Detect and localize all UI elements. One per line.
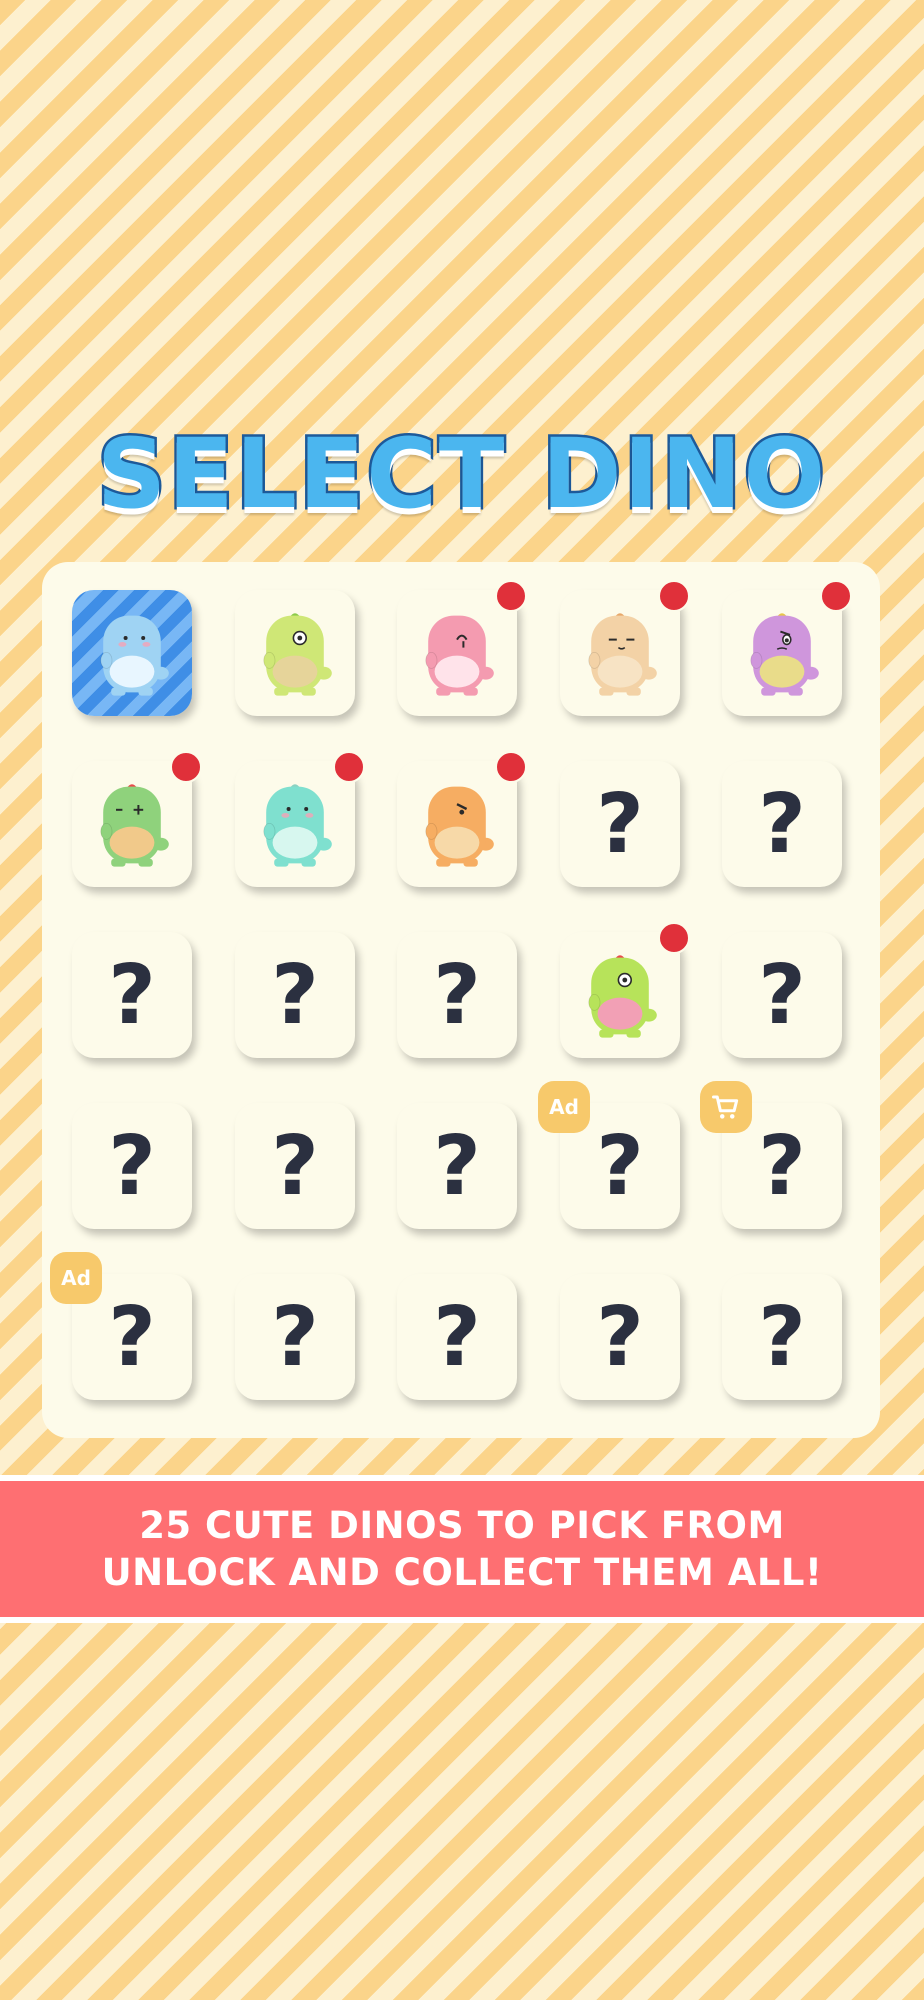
dino-tile-3[interactable] (397, 580, 527, 716)
question-mark-icon: ? (271, 1118, 319, 1214)
dino-tile-24[interactable]: ? (560, 1274, 680, 1400)
dino-tile-22[interactable]: ? (235, 1274, 355, 1400)
dino-tile-20[interactable]: ? (700, 1081, 842, 1229)
question-mark-icon: ? (433, 947, 481, 1043)
dino-tile-12[interactable]: ? (235, 932, 355, 1058)
dino-tile-18[interactable]: ? (397, 1103, 517, 1229)
dino-tile-8[interactable] (397, 751, 527, 887)
notification-dot (658, 580, 690, 612)
banner-line-1: 25 CUTE DINOS TO PICK FROM (139, 1504, 785, 1547)
dino-tile-6[interactable] (72, 751, 202, 887)
notification-dot (170, 751, 202, 783)
notification-dot (495, 580, 527, 612)
promo-banner: 25 CUTE DINOS TO PICK FROM UNLOCK AND CO… (0, 1475, 924, 1623)
dino-character-icon (425, 786, 494, 867)
dino-tile-14[interactable] (560, 922, 690, 1058)
question-mark-icon: ? (433, 1118, 481, 1214)
dino-tile-4[interactable] (560, 580, 690, 716)
notification-dot (333, 751, 365, 783)
dino-tile-9[interactable]: ? (560, 761, 680, 887)
notification-dot (495, 751, 527, 783)
banner-line-2: UNLOCK AND COLLECT THEM ALL! (101, 1551, 823, 1594)
dino-tile-1[interactable] (72, 590, 192, 716)
dino-character-icon (425, 615, 494, 696)
dino-tile-16[interactable]: ? (72, 1103, 192, 1229)
dino-tile-23[interactable]: ? (397, 1274, 517, 1400)
dino-tile-7[interactable] (235, 751, 365, 887)
question-mark-icon: ? (596, 1289, 644, 1385)
dino-tile-11[interactable]: ? (72, 932, 192, 1058)
dino-character-icon (750, 613, 819, 696)
dino-tile-13[interactable]: ? (397, 932, 517, 1058)
notification-dot (820, 580, 852, 612)
question-mark-icon: ? (271, 1289, 319, 1385)
question-mark-icon: ? (271, 947, 319, 1043)
dino-character-icon (100, 615, 169, 696)
dino-tile-10[interactable]: ? (722, 761, 842, 887)
question-mark-icon: ? (433, 1289, 481, 1385)
dino-character-icon (588, 955, 657, 1038)
question-mark-icon: ? (758, 776, 806, 872)
dino-character-icon (100, 784, 169, 867)
dino-character-icon (263, 613, 332, 696)
question-mark-icon: ? (758, 1289, 806, 1385)
dino-tile-15[interactable]: ? (722, 932, 842, 1058)
question-mark-icon: ? (108, 1118, 156, 1214)
dino-grid-panel: ?????????? Ad?? Ad???? (42, 562, 880, 1438)
question-mark-icon: ? (596, 776, 644, 872)
dino-tile-5[interactable] (722, 580, 852, 716)
question-mark-icon: ? (758, 947, 806, 1043)
question-mark-icon: ? (108, 947, 156, 1043)
ad-badge[interactable]: Ad (538, 1081, 590, 1133)
dino-tile-2[interactable] (235, 590, 355, 716)
dino-tile-25[interactable]: ? (722, 1274, 842, 1400)
dino-character-icon (588, 613, 657, 696)
dino-tile-17[interactable]: ? (235, 1103, 355, 1229)
ad-badge[interactable]: Ad (50, 1252, 102, 1304)
cart-icon[interactable] (700, 1081, 752, 1133)
dino-character-icon (263, 784, 332, 867)
dino-tile-19[interactable]: ? Ad (538, 1081, 680, 1229)
notification-dot (658, 922, 690, 954)
dino-tile-21[interactable]: ? Ad (50, 1252, 192, 1400)
page-title: SELECT DINO (94, 416, 828, 533)
